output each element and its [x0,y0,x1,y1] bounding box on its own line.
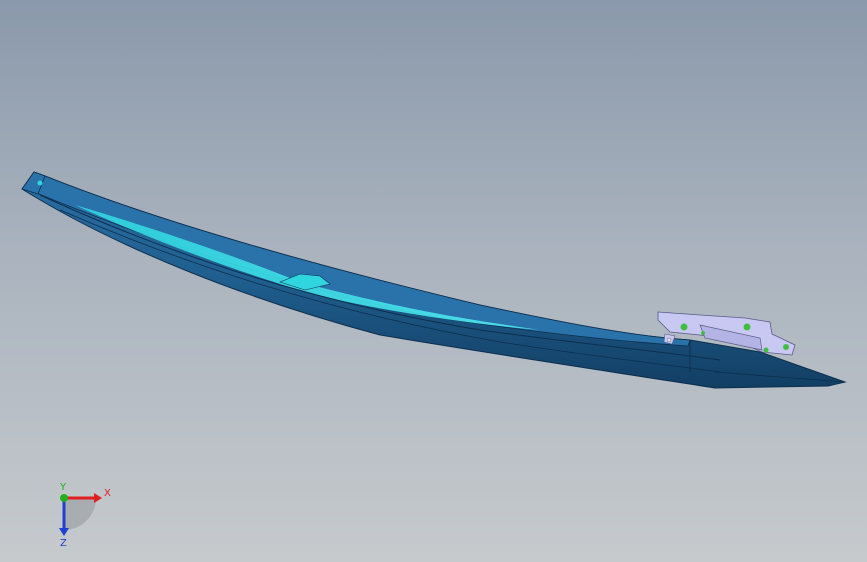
y-axis-dot [60,494,68,502]
blade-body[interactable] [21,171,847,389]
3d-model-viewport[interactable]: X Y Z [0,0,867,562]
z-axis-label: Z [60,538,67,548]
bracket-hole-6 [666,337,672,343]
bracket-hole-2 [743,323,751,331]
triad-shadow [64,498,96,530]
bracket-hole-3 [783,344,789,350]
bracket-hole-4 [763,347,769,353]
bracket-hole-5 [701,331,705,335]
end-cap-hole [37,180,43,186]
bracket-hole-1 [680,323,688,331]
z-axis-arrow [59,528,69,536]
x-axis-label: X [104,488,111,499]
cad-model[interactable] [0,0,867,562]
y-axis-label: Y [59,482,67,493]
x-axis-arrow [94,493,102,503]
orientation-triad: X Y Z [59,482,111,548]
